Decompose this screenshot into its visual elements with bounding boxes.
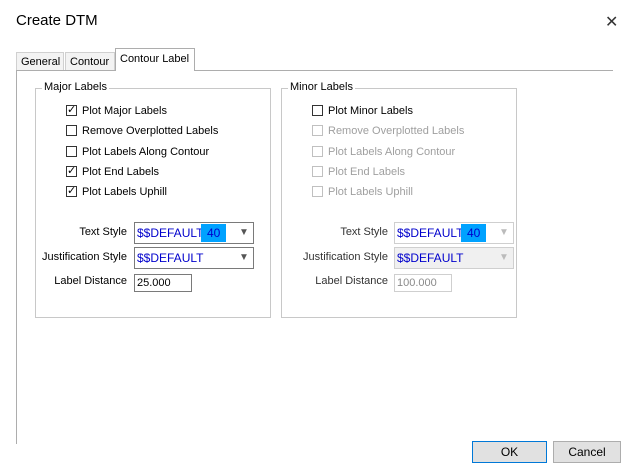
label-distance-label: Label Distance — [54, 275, 127, 287]
text-style-number: 40 — [201, 224, 227, 242]
chevron-down-icon[interactable]: ▼ — [235, 248, 253, 268]
ok-button[interactable]: OK — [472, 441, 547, 463]
checkbox-box[interactable]: ✓ — [66, 165, 77, 177]
chevron-down-icon[interactable]: ▼ — [235, 223, 253, 243]
checkbox-label: Plot End Labels — [328, 166, 406, 178]
justification-style-label: Justification Style — [42, 251, 127, 263]
checkbox-label: Plot Labels Along Contour — [82, 146, 210, 158]
minor-text-style-select: $$DEFAULT 40 ▼ — [394, 222, 514, 244]
tab-contour[interactable]: Contour — [65, 52, 115, 70]
label-distance-label: Label Distance — [315, 275, 388, 287]
checkbox-label: Plot Labels Uphill — [328, 186, 413, 198]
justification-value: $$DEFAULT — [397, 251, 464, 265]
text-style-value: $$DEFAULT — [397, 226, 464, 240]
checkbox-label: Remove Overplotted Labels — [82, 125, 219, 137]
major-justification-select[interactable]: $$DEFAULT ▼ — [134, 247, 254, 269]
chevron-down-icon: ▼ — [499, 252, 509, 263]
text-style-label: Text Style — [340, 226, 388, 238]
minor-justification-select: $$DEFAULT ▼ — [394, 247, 514, 269]
checkbox-box — [312, 186, 323, 197]
checkmark-icon: ✓ — [67, 165, 77, 177]
justification-value: $$DEFAULT — [137, 251, 204, 265]
tab-contour-label[interactable]: Contour Label — [115, 48, 195, 71]
text-style-label: Text Style — [79, 226, 127, 238]
checkbox-box[interactable]: ✓ — [66, 185, 77, 197]
checkbox-label: Remove Overplotted Labels — [328, 125, 465, 137]
checkbox-box[interactable] — [66, 146, 77, 157]
justification-style-label: Justification Style — [303, 251, 388, 263]
tab-panel: Major Labels ✓ Plot Major Labels Remove … — [16, 70, 613, 444]
minor-label-distance-input: 100.000 — [394, 274, 452, 292]
minor-labels-title: Minor Labels — [288, 81, 355, 93]
window-title: Create DTM — [16, 12, 98, 29]
checkmark-icon: ✓ — [67, 104, 77, 116]
checkbox-label: Plot End Labels — [82, 166, 160, 178]
checkbox-label: Plot Labels Along Contour — [328, 146, 456, 158]
tab-general[interactable]: General — [16, 52, 64, 70]
checkbox-box[interactable] — [66, 125, 77, 136]
major-labels-group: Major Labels ✓ Plot Major Labels Remove … — [35, 81, 271, 318]
major-labels-title: Major Labels — [42, 81, 109, 93]
checkbox-label: Plot Labels Uphill — [82, 186, 167, 198]
checkbox-box[interactable]: ✓ — [66, 104, 77, 116]
text-style-value: $$DEFAULT — [137, 226, 204, 240]
close-icon[interactable]: ✕ — [605, 12, 618, 32]
checkbox-label: Plot Major Labels — [82, 105, 167, 117]
checkbox-box — [312, 125, 323, 136]
major-label-distance-input[interactable]: 25.000 — [134, 274, 192, 292]
text-style-number: 40 — [461, 224, 487, 242]
cancel-button[interactable]: Cancel — [553, 441, 621, 463]
checkbox-box[interactable] — [312, 105, 323, 116]
checkmark-icon: ✓ — [67, 185, 77, 197]
minor-labels-group: Minor Labels Plot Minor Labels Remove Ov… — [281, 81, 517, 318]
major-text-style-select[interactable]: $$DEFAULT 40 ▼ — [134, 222, 254, 244]
chevron-down-icon: ▼ — [499, 227, 509, 238]
checkbox-label: Plot Minor Labels — [328, 105, 413, 117]
checkbox-box — [312, 146, 323, 157]
checkbox-box — [312, 166, 323, 177]
